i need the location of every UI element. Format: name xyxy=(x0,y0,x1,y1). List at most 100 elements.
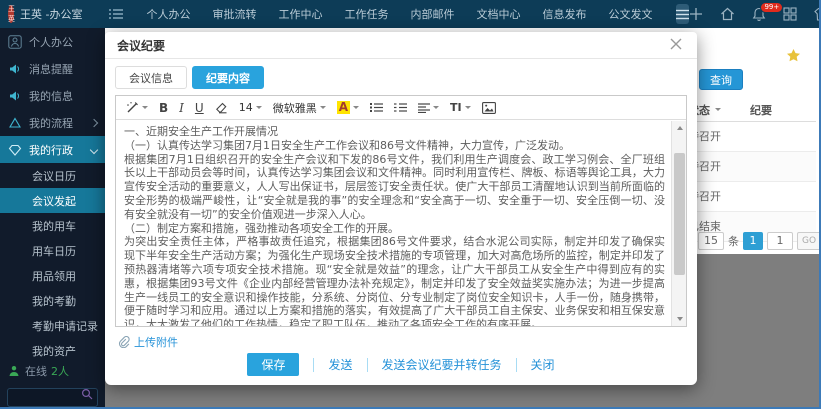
theme-shirt-icon[interactable] xyxy=(814,7,821,21)
online-count: 2人 xyxy=(51,363,69,379)
paperclip-icon xyxy=(118,336,130,348)
underline-button[interactable]: U xyxy=(195,101,204,115)
topbar-menu-info[interactable]: 信息发布 xyxy=(542,6,586,22)
person-icon xyxy=(8,35,22,49)
sidebar-item-personal-office[interactable]: 个人办公 xyxy=(0,28,105,55)
column-minutes: 纪要 xyxy=(750,102,772,118)
ordered-list-icon[interactable] xyxy=(394,102,407,113)
apps-grid-icon[interactable] xyxy=(783,7,797,21)
format-brush-icon[interactable] xyxy=(126,101,148,114)
sidebar-item-my-workflow[interactable]: 我的流程 xyxy=(0,109,105,136)
column-sort-caret-icon[interactable] xyxy=(715,108,721,111)
topbar-menu-approval[interactable]: 审批流转 xyxy=(212,6,256,22)
tab-meeting-info[interactable]: 会议信息 xyxy=(115,66,187,89)
avatar[interactable]: 王英 xyxy=(8,5,14,23)
table-row[interactable]: 待召开 xyxy=(688,122,816,152)
workflow-icon xyxy=(8,116,22,130)
send-and-convert-task-button[interactable]: 发送会议纪要并转任务 xyxy=(382,356,502,373)
sidebar-sub-attendance-records[interactable]: 考勤申请记录 xyxy=(0,313,105,338)
add-icon[interactable] xyxy=(689,7,703,21)
main-area: 查询 状态 纪要 待召开 待召开 待召开 已结束 ： 15 条 1 1 GO xyxy=(105,28,819,407)
close-icon[interactable] xyxy=(669,37,685,53)
footer-divider xyxy=(516,358,517,372)
sidebar-sub-meeting-calendar[interactable]: 会议日历 xyxy=(0,163,105,188)
sidebar-sub-supplies[interactable]: 用品领用 xyxy=(0,263,105,288)
editor-scrollbar[interactable] xyxy=(671,121,686,326)
menu-collapse-icon[interactable] xyxy=(108,7,124,21)
modal-tabs: 会议信息 纪要内容 xyxy=(115,66,697,89)
close-button[interactable]: 关闭 xyxy=(531,356,555,373)
chevron-right-icon xyxy=(90,118,98,126)
tab-minutes-content[interactable]: 纪要内容 xyxy=(192,66,264,89)
editor-text-area[interactable]: 一、近期安全生产工作开展情况 （一）认真传达学习集团7月1日安全生产工作会议和8… xyxy=(116,121,671,326)
topbar-menu-docs[interactable]: 文档中心 xyxy=(476,6,520,22)
app-window: 王英 王英 -办公室 个人办公 审批流转 工作中心 工作任务 内部邮件 文档中心… xyxy=(0,0,821,409)
topbar-menu-tasks[interactable]: 工作任务 xyxy=(344,6,388,22)
rich-text-editor: B I U 14 微软雅黑 A xyxy=(115,95,687,327)
upload-attachment-label: 上传附件 xyxy=(134,334,178,350)
scrollbar-thumb[interactable] xyxy=(674,153,685,275)
line-height-dropdown[interactable]: TI xyxy=(450,101,471,114)
sidebar-item-my-info[interactable]: 我的信息 xyxy=(0,82,105,109)
sidebar-item-label: 我的行政 xyxy=(29,142,73,158)
sidebar: 个人办公 消息提醒 我的信息 我的流程 我的行政 xyxy=(0,28,105,407)
font-family-dropdown[interactable]: 微软雅黑 xyxy=(273,100,326,116)
sidebar-sub-my-assets[interactable]: 我的资产 xyxy=(0,338,105,363)
topbar-menu-personal[interactable]: 个人办公 xyxy=(146,6,190,22)
sidebar-item-message-reminder[interactable]: 消息提醒 xyxy=(0,55,105,82)
save-button[interactable]: 保存 xyxy=(247,353,299,376)
scroll-down-icon[interactable] xyxy=(672,312,687,326)
more-menu-icon[interactable] xyxy=(676,4,689,24)
favorite-star-icon[interactable] xyxy=(786,48,801,63)
sidebar-item-label: 我的信息 xyxy=(29,88,73,104)
eraser-icon[interactable] xyxy=(215,102,228,114)
query-button[interactable]: 查询 xyxy=(699,69,743,90)
sidebar-sub-car-calendar[interactable]: 用车日历 xyxy=(0,238,105,263)
current-page-button[interactable]: 1 xyxy=(743,232,763,250)
notifications-bell-icon[interactable]: 99+ xyxy=(752,7,766,22)
page-number-input[interactable]: 1 xyxy=(767,232,793,250)
sidebar-sub-meeting-launch[interactable]: 会议发起 xyxy=(0,188,105,213)
table-row[interactable]: 待召开 xyxy=(688,182,816,212)
sidebar-item-label: 我的流程 xyxy=(29,115,73,131)
table-row[interactable]: 待召开 xyxy=(688,152,816,182)
scroll-up-icon[interactable] xyxy=(672,121,687,135)
topbar-menu-workcenter[interactable]: 工作中心 xyxy=(278,6,322,22)
italic-button[interactable]: I xyxy=(179,101,184,115)
home-icon[interactable] xyxy=(720,7,735,21)
sidebar-sub-my-car[interactable]: 我的用车 xyxy=(0,213,105,238)
page-size-input[interactable]: 15 xyxy=(698,232,724,250)
dropdown-caret-icon xyxy=(256,106,262,109)
topbar-icons: 99+ xyxy=(689,7,821,22)
page-size-unit: 条 xyxy=(728,233,739,249)
gem-icon xyxy=(8,143,22,157)
speaker-icon xyxy=(8,89,22,103)
unordered-list-icon[interactable] xyxy=(370,102,383,113)
font-size-dropdown[interactable]: 14 xyxy=(239,101,262,114)
sidebar-sub-my-attendance[interactable]: 我的考勤 xyxy=(0,288,105,313)
font-color-dropdown[interactable]: A xyxy=(337,101,359,114)
editor-paragraph: （二）制定方案和措施，强劲推动各项安全工作的开展。 xyxy=(124,222,665,236)
dropdown-caret-icon xyxy=(320,106,326,109)
dropdown-caret-icon xyxy=(142,106,148,109)
editor-toolbar: B I U 14 微软雅黑 A xyxy=(116,96,686,120)
modal-title: 会议纪要 xyxy=(117,37,165,54)
meeting-minutes-modal: 会议纪要 会议信息 纪要内容 B I U xyxy=(105,32,697,385)
online-person-icon xyxy=(8,365,20,377)
upload-attachment-link[interactable]: 上传附件 xyxy=(118,334,697,350)
bold-button[interactable]: B xyxy=(159,101,168,115)
go-button[interactable]: GO xyxy=(797,232,821,250)
sidebar-item-my-admin[interactable]: 我的行政 xyxy=(0,136,105,163)
send-button[interactable]: 发送 xyxy=(328,356,352,373)
search-icon[interactable] xyxy=(81,388,93,400)
username-label: 王英 -办公室 xyxy=(20,6,82,22)
align-dropdown[interactable] xyxy=(418,103,439,113)
editor-paragraph: 一、近期安全生产工作开展情况 xyxy=(124,125,665,139)
insert-image-icon[interactable] xyxy=(482,102,496,114)
topbar-menu-mail[interactable]: 内部邮件 xyxy=(410,6,454,22)
dropdown-caret-icon xyxy=(465,106,471,109)
editor-paragraph: （一）认真传达学习集团7月1日安全生产工作会议和86号文件精神，大力宣传，广泛发… xyxy=(124,139,665,153)
online-status: 在线 2人 xyxy=(0,363,105,383)
topbar-menu-official[interactable]: 公文发文 xyxy=(608,6,652,22)
modal-footer: 保存 发送 发送会议纪要并转任务 关闭 xyxy=(105,353,697,376)
